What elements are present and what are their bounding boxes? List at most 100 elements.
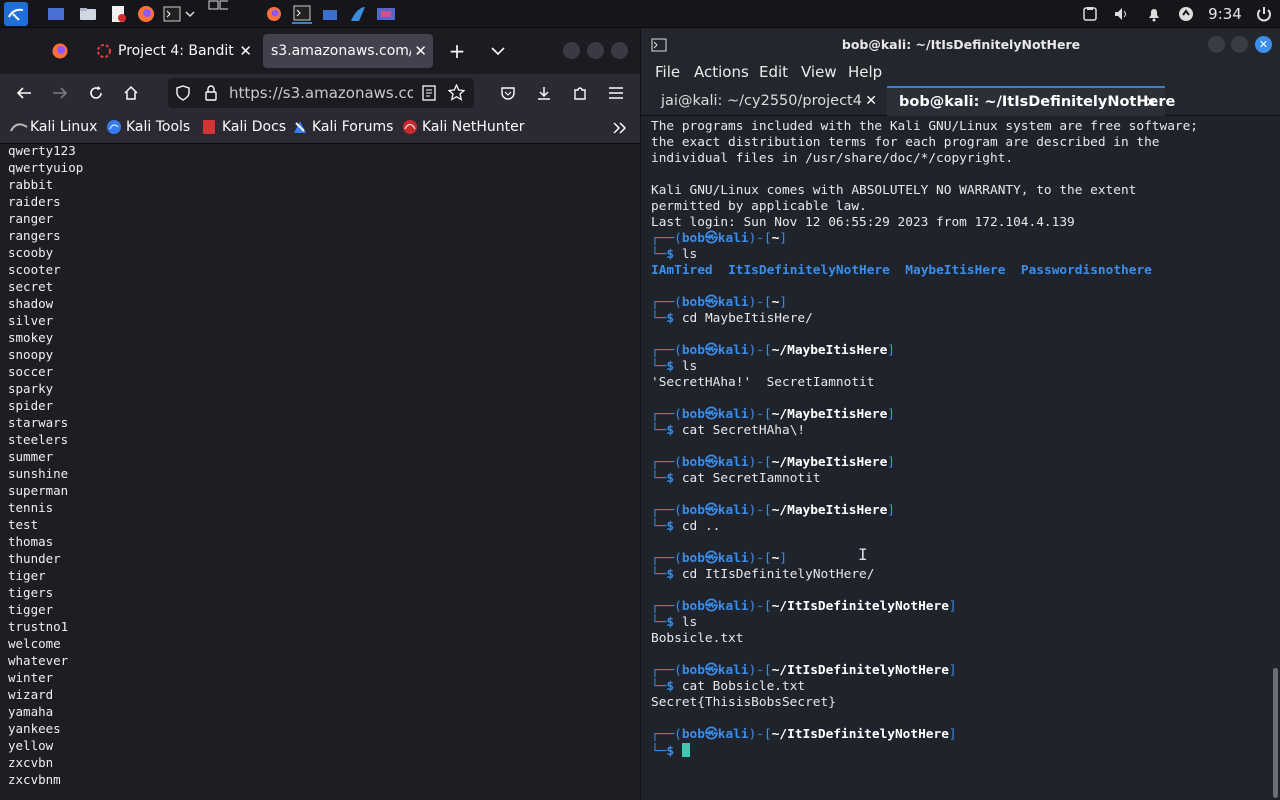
clipboard-icon[interactable]	[1074, 0, 1106, 28]
wordlist-item: spider	[8, 398, 54, 413]
wordlist-item: sparky	[8, 381, 54, 396]
menu-file[interactable]: File	[655, 63, 680, 81]
bookmark-kali-nethunter[interactable]: Kali NetHunter	[402, 119, 524, 135]
close-icon[interactable]: ✕	[239, 42, 252, 60]
wordlist-item: winter	[8, 670, 54, 685]
motd-line: the exact distribution terms for each pr…	[651, 135, 1160, 151]
output-line: 'SecretHAha!' SecretIamnotit	[651, 375, 874, 391]
wordlist-item: summer	[8, 449, 54, 464]
wordlist-item: silver	[8, 313, 54, 328]
prompt-host: kali	[717, 343, 749, 358]
notifications-icon[interactable]	[1138, 0, 1170, 28]
kali-menu-icon[interactable]	[4, 2, 28, 26]
close-button[interactable]	[611, 42, 628, 59]
wordlist-item: rangers	[8, 228, 61, 243]
tab-jai[interactable]: jai@kali: ~/cy2550/project4 ✕	[649, 86, 885, 116]
menu-help[interactable]: Help	[848, 63, 882, 81]
command-text: ls	[681, 359, 698, 374]
prompt-at-icon: ㉿	[704, 727, 718, 742]
tab-bob[interactable]: bob@kali: ~/ItIsDefinitelyNotHere ✕	[887, 86, 1175, 116]
close-icon[interactable]: ✕	[414, 42, 427, 60]
prompt-path: ~/MaybeItisHere	[771, 455, 888, 470]
motd-text: The programs included with the Kali GNU/…	[651, 119, 1199, 134]
window-icon[interactable]	[320, 4, 340, 24]
terminal-cursor	[681, 743, 690, 757]
chevron-overflow-icon[interactable]	[608, 116, 632, 140]
bookmark-kali-tools[interactable]: Kali Tools	[106, 119, 190, 135]
terminal-output[interactable]: The programs included with the Kali GNU/…	[641, 117, 1273, 800]
close-icon[interactable]: ✕	[865, 93, 877, 109]
bookmark-kali-docs[interactable]: Kali Docs	[202, 119, 286, 135]
terminal-window-icon[interactable]	[292, 4, 312, 24]
app-window-icon[interactable]	[348, 4, 368, 24]
close-icon[interactable]: ✕	[1145, 95, 1157, 111]
prompt-host: kali	[717, 503, 749, 518]
extensions-icon[interactable]	[568, 81, 592, 105]
command-text: cd MaybeItisHere/	[681, 311, 813, 326]
bookmark-star-icon[interactable]	[447, 83, 466, 105]
file-manager-icon[interactable]	[78, 4, 98, 24]
new-tab-icon[interactable]: +	[447, 39, 467, 63]
motd-text: individual files in /usr/share/doc/*/cop…	[651, 151, 1014, 166]
terminal-icon[interactable]	[162, 4, 182, 24]
bookmark-kali-forums[interactable]: Kali Forums	[292, 119, 393, 135]
prompt-host: kali	[717, 295, 749, 310]
menu-edit[interactable]: Edit	[759, 63, 788, 81]
list-tabs-icon[interactable]	[488, 41, 508, 61]
command-line: └─$ ls	[651, 247, 698, 262]
wordlist-item: smokey	[8, 330, 54, 345]
network-icon[interactable]	[1170, 0, 1202, 28]
firefox-view-icon[interactable]	[50, 41, 70, 61]
command-text: cat Bobsicle.txt	[681, 679, 806, 694]
desktop-icon[interactable]	[46, 4, 66, 24]
clock[interactable]: 9:34	[1202, 5, 1248, 23]
app-window-icon-2[interactable]	[376, 4, 396, 24]
home-icon[interactable]	[119, 81, 143, 105]
url-bar[interactable]: https://s3.amazonaws.com	[168, 78, 474, 108]
wordlist-item: zxcvbn	[8, 755, 54, 770]
wordlist-item: tigger	[8, 602, 54, 617]
maximize-button[interactable]	[1231, 36, 1248, 53]
prompt-host: kali	[717, 407, 749, 422]
reload-icon[interactable]	[84, 81, 108, 105]
firefox-icon[interactable]	[136, 4, 156, 24]
maximize-button[interactable]	[587, 42, 604, 59]
motd-line: The programs included with the Kali GNU/…	[651, 119, 1198, 135]
prompt-user: bob	[681, 455, 705, 470]
minimize-button[interactable]	[563, 42, 580, 59]
motd-text: Kali GNU/Linux comes with ABSOLUTELY NO …	[651, 183, 1137, 198]
prompt-path: ~/ItIsDefinitelyNotHere	[771, 663, 949, 678]
text-editor-icon[interactable]	[108, 4, 128, 24]
workspace-switcher-icon[interactable]	[208, 0, 228, 20]
shield-icon[interactable]	[176, 85, 190, 105]
power-icon[interactable]	[1248, 0, 1280, 28]
kali-dragon-icon	[10, 119, 28, 135]
prompt-at-icon: ㉿	[704, 295, 718, 310]
scrollbar[interactable]	[1273, 668, 1278, 798]
back-icon[interactable]	[12, 81, 36, 105]
wordlist-item: raiders	[8, 194, 61, 209]
output-text: Bobsicle.txt	[651, 631, 744, 646]
page-content: qwerty123 qwertyuiop rabbit raiders ranger ra…	[0, 144, 640, 800]
menu-actions[interactable]: Actions	[694, 63, 749, 81]
minimize-button[interactable]	[1208, 36, 1225, 53]
downloads-icon[interactable]	[532, 81, 556, 105]
hamburger-menu-icon[interactable]	[604, 81, 628, 105]
close-button[interactable]: ✕	[1255, 36, 1272, 53]
wordlist-item: thomas	[8, 534, 54, 549]
lock-icon[interactable]	[205, 85, 217, 105]
volume-icon[interactable]	[1106, 0, 1138, 28]
command-text: cat SecretIamnotit	[681, 471, 821, 486]
reader-view-icon[interactable]	[422, 85, 436, 105]
tab-project4[interactable]: Project 4: Bandit A ✕	[88, 34, 258, 68]
firefox-window-icon[interactable]	[264, 4, 284, 24]
wordlist-item: thunder	[8, 551, 61, 566]
bookmark-kali-linux[interactable]: Kali Linux	[10, 119, 97, 135]
motd-line: permitted by applicable law.	[651, 199, 867, 215]
forward-icon[interactable]	[48, 81, 72, 105]
chevron-down-icon[interactable]	[184, 4, 196, 24]
wordlist-item: trustno1	[8, 619, 69, 634]
pocket-icon[interactable]	[496, 81, 520, 105]
tab-s3[interactable]: s3.amazonaws.com/t ✕	[263, 34, 433, 68]
menu-view[interactable]: View	[801, 63, 837, 81]
